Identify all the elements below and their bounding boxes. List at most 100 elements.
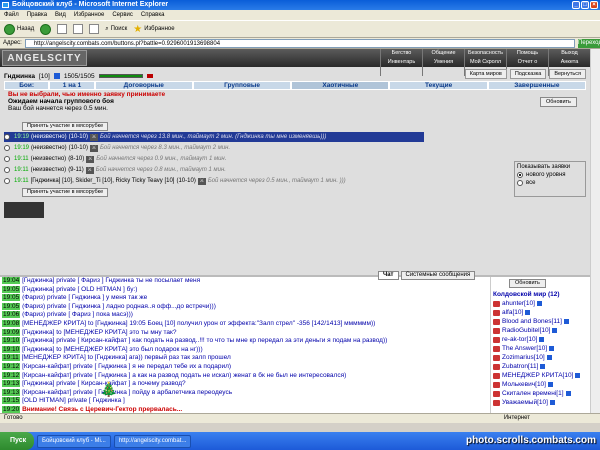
task-ie-window[interactable]: Бойцовский клуб - Mi... — [37, 434, 111, 448]
home-button[interactable] — [89, 24, 100, 34]
tab-contract[interactable]: Договорные — [94, 81, 193, 90]
chat-time[interactable]: 19:13 — [2, 388, 21, 396]
return-button[interactable]: Вернуться — [549, 69, 586, 79]
hint-button[interactable]: Подсказка — [509, 69, 547, 79]
online-user[interactable]: Скитален временi[1] — [493, 389, 590, 398]
chat-time[interactable]: 19:04 — [2, 277, 21, 284]
chat-time[interactable]: 19:05 — [2, 294, 21, 302]
tab-group[interactable]: Групповые — [192, 81, 292, 90]
online-user-name[interactable]: alfa[10] — [502, 308, 523, 317]
info-icon[interactable] — [525, 310, 531, 315]
group-row[interactable]: 19:11 (неизвестно) (9-11) ⚔ Бой начнется чер… — [4, 165, 424, 175]
radio-selected[interactable] — [517, 172, 523, 178]
group-radio[interactable] — [4, 156, 10, 162]
info-icon[interactable] — [549, 346, 555, 351]
menu-edit[interactable]: Правка — [27, 10, 47, 20]
online-user[interactable]: Blood and Bones[11] — [493, 317, 590, 326]
chat-time[interactable]: 19:05 — [2, 302, 21, 310]
refresh-button[interactable] — [73, 24, 84, 34]
option-all[interactable]: все — [517, 180, 583, 186]
chat-time[interactable]: 19:10 — [2, 345, 21, 353]
online-user-name[interactable]: The Answer[10] — [502, 344, 547, 353]
tab-chaotic[interactable]: Хаотичные — [291, 81, 390, 90]
chat-time[interactable]: 19:13 — [2, 380, 21, 388]
menu-favorites[interactable]: Избранное — [74, 10, 104, 20]
option-new-level[interactable]: нового уровня — [517, 172, 583, 178]
online-user[interactable]: Zubatron[11] — [493, 362, 590, 371]
chat-time[interactable]: 19:06 — [2, 311, 21, 319]
online-user[interactable]: Молькевич[10] — [493, 380, 590, 389]
info-icon[interactable] — [540, 364, 546, 369]
nav-security[interactable]: Безопасность — [464, 49, 506, 58]
forward-button[interactable] — [40, 23, 52, 35]
online-user[interactable]: Zozimarius[10] — [493, 353, 590, 362]
chat-time[interactable]: 19:09 — [2, 328, 21, 336]
online-user[interactable]: The Answer[10] — [493, 344, 590, 353]
info-icon[interactable] — [565, 391, 571, 396]
online-user-name[interactable]: Zozimarius[10] — [502, 353, 545, 362]
chat-time[interactable]: 19:12 — [2, 371, 21, 379]
chat-time[interactable]: 19:15 — [2, 397, 21, 405]
online-user-name[interactable]: Скитален временi[1] — [502, 389, 564, 398]
group-radio[interactable] — [4, 134, 10, 140]
group-radio[interactable] — [4, 145, 10, 151]
menu-help[interactable]: Справка — [141, 10, 165, 20]
radio-unselected[interactable] — [517, 180, 523, 186]
info-icon[interactable] — [552, 328, 558, 333]
page-scrollbar[interactable] — [590, 49, 600, 413]
menu-view[interactable]: Вид — [55, 10, 66, 20]
tab-1v1[interactable]: 1 на 1 — [49, 81, 95, 90]
online-user-name[interactable]: Уважаемый[10] — [502, 398, 548, 407]
go-button[interactable]: Переход — [578, 38, 600, 48]
online-refresh-button[interactable]: Обновить — [509, 279, 546, 288]
join-button-bottom[interactable]: Принять участие в мясорубке — [22, 188, 109, 197]
search-button[interactable]: ⌕ Поиск — [105, 26, 127, 33]
nav-help[interactable]: Помощь — [506, 49, 548, 58]
refresh-button-top[interactable]: Обновить — [540, 97, 577, 107]
maximize-button[interactable]: □ — [581, 1, 589, 9]
online-user-name[interactable]: Zubatron[11] — [502, 362, 538, 371]
online-user-name[interactable]: ahunter[10] — [502, 299, 535, 308]
online-user[interactable]: re-ak-tor[10] — [493, 335, 590, 344]
online-user-name[interactable]: re-ak-tor[10] — [502, 335, 537, 344]
chat-time[interactable]: 19:05 — [2, 285, 21, 293]
online-user-name[interactable]: RadioGubitel[10] — [502, 326, 550, 335]
info-icon[interactable] — [53, 73, 60, 79]
info-icon[interactable] — [547, 382, 553, 387]
favorites-button[interactable]: ★ Избранное — [133, 24, 174, 35]
online-user-name[interactable]: Blood and Bones[11] — [502, 317, 562, 326]
online-user[interactable]: МЕНЕДЖЕР КРИТА[10] — [493, 371, 590, 380]
menu-file[interactable]: Файл — [4, 10, 19, 20]
nav-exit[interactable]: Выход — [548, 49, 590, 58]
minimize-button[interactable]: _ — [572, 1, 580, 9]
group-row[interactable]: 19:19 (неизвестно) (10-10) ⚔ Бой начнется че… — [4, 143, 424, 153]
chat-time[interactable]: 19:12 — [2, 362, 21, 370]
join-button-top[interactable]: Принять участие в мясорубке — [22, 122, 109, 131]
online-user[interactable]: ahunter[10] — [493, 299, 590, 308]
world-map-button[interactable]: Карта миров — [464, 69, 507, 79]
info-icon[interactable] — [549, 400, 555, 405]
tab-finished[interactable]: Завершенные — [487, 81, 586, 90]
group-row[interactable]: 19:19 (неизвестно) (10-10) ⚔ Бой начнется че… — [4, 132, 424, 142]
chat-time[interactable]: 19:10 — [2, 337, 21, 345]
task-ie-window-2[interactable]: http://angelscity.combat... — [113, 434, 192, 448]
group-row[interactable]: 19:11 [Гнджинка] [10], Skider_Ti [10], Ri… — [4, 176, 424, 186]
address-field[interactable]: http://angelscity.combats.com/buttons.pl… — [24, 38, 575, 48]
start-button[interactable]: Пуск — [0, 432, 34, 450]
info-icon[interactable] — [539, 337, 545, 342]
online-user-name[interactable]: МЕНЕДЖЕР КРИТА[10] — [502, 371, 573, 380]
close-button[interactable]: × — [590, 1, 598, 9]
group-radio[interactable] — [4, 178, 10, 184]
group-radio[interactable] — [4, 167, 10, 173]
group-row[interactable]: 19:11 (неизвестно) (8-10) ⚔ Бой начнется чер… — [4, 154, 424, 164]
tab-current[interactable]: Текущие — [389, 81, 488, 90]
info-icon[interactable] — [536, 301, 542, 306]
stop-button[interactable] — [57, 24, 68, 34]
menu-tools[interactable]: Сервис — [112, 10, 133, 20]
online-user[interactable]: alfa[10] — [493, 308, 590, 317]
chat-time[interactable]: 19:20 — [2, 405, 21, 413]
nav-escape[interactable]: Бегство — [380, 49, 422, 58]
info-icon[interactable] — [575, 373, 581, 378]
chat-time[interactable]: 19:11 — [2, 354, 20, 362]
info-icon[interactable] — [546, 355, 552, 360]
